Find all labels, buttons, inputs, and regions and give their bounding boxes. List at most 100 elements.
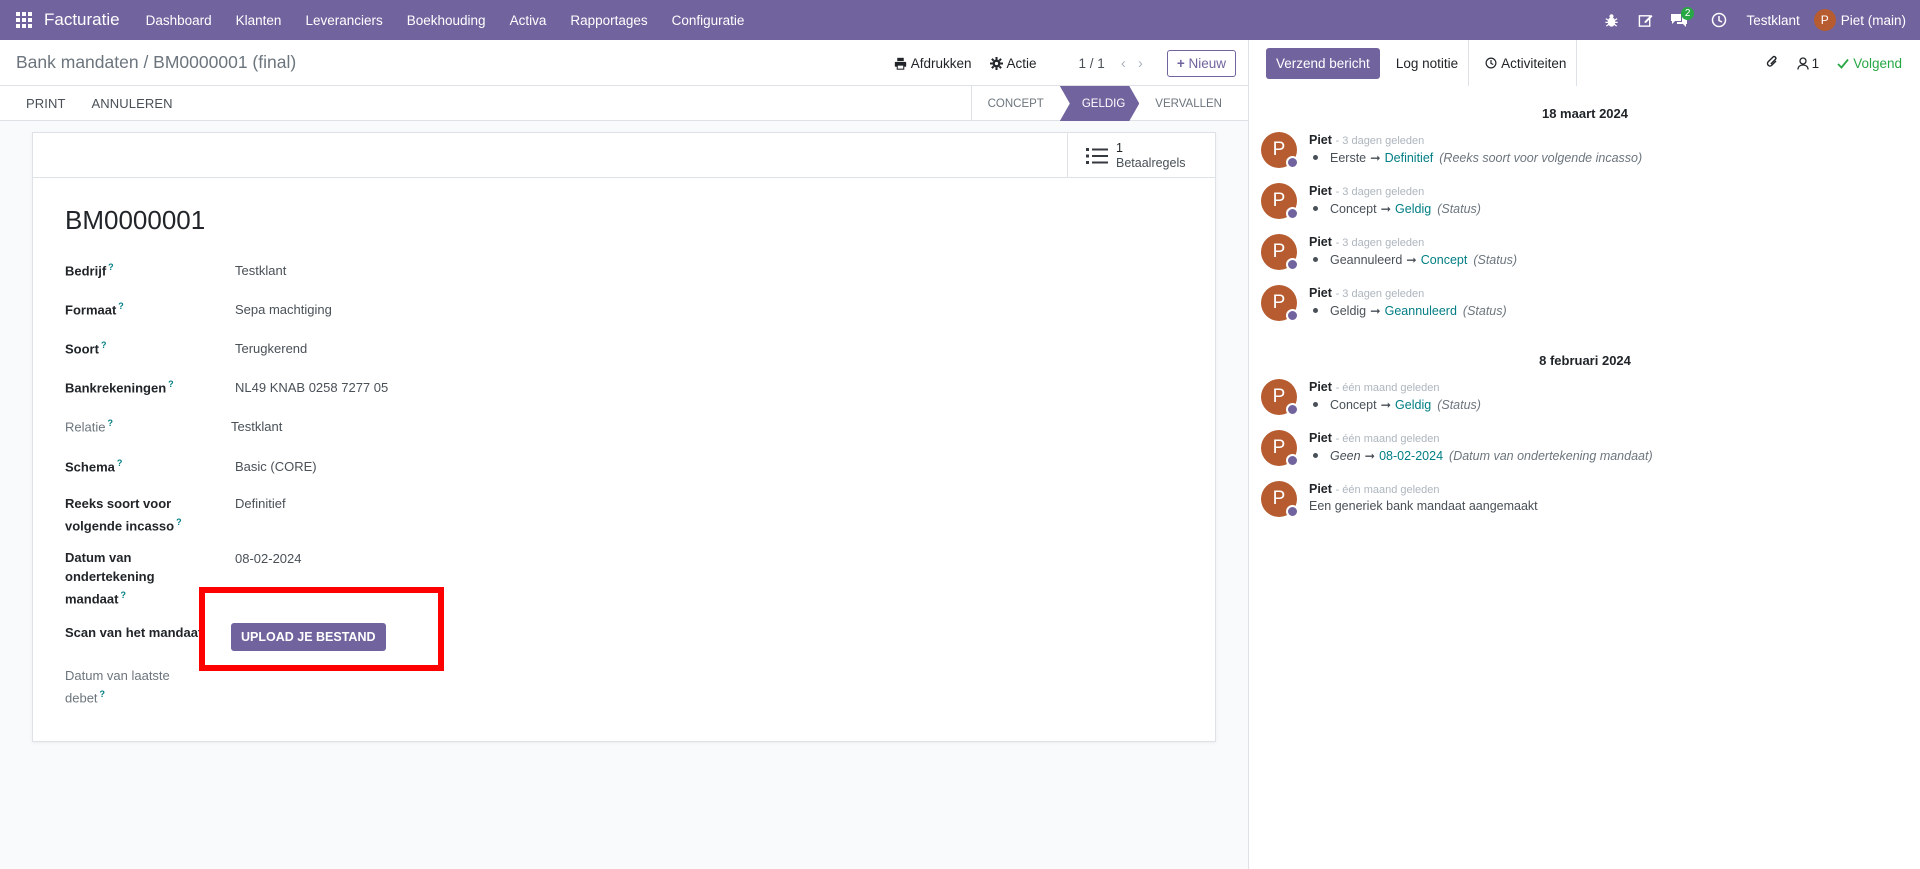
message-author[interactable]: Piet: [1309, 380, 1332, 394]
bank-account-value[interactable]: NL49 KNAB 0258 7277 05: [235, 375, 388, 397]
message-author[interactable]: Piet: [1309, 235, 1332, 249]
control-panel: Bank mandaten / BM0000001 (final) Afdruk…: [0, 40, 1248, 86]
menu-activa[interactable]: Activa: [498, 0, 559, 40]
follower-count: 1: [1811, 55, 1820, 71]
help-tooltip-icon[interactable]: ?: [176, 517, 182, 527]
chatter-message: P Piet - 3 dagen geleden Geldig ➞ Geannule…: [1261, 285, 1507, 322]
action-menu-button[interactable]: Actie: [989, 56, 1037, 71]
user-menu[interactable]: P Piet (main): [1813, 9, 1906, 31]
field-label: Bedrijf?: [65, 262, 114, 279]
tracked-field-name: (Status): [1437, 397, 1481, 412]
avatar[interactable]: P: [1261, 285, 1299, 322]
message-author[interactable]: Piet: [1309, 482, 1332, 496]
field-formaat: Formaat? Sepa machtiging: [65, 297, 332, 319]
field-label: Datum van ondertekening mandaat?: [65, 550, 155, 607]
avatar[interactable]: P: [1261, 132, 1299, 169]
chatter-topbar: Verzend bericht Log notitie Activiteiten…: [1249, 40, 1920, 86]
help-tooltip-icon[interactable]: ?: [100, 689, 106, 699]
message-author[interactable]: Piet: [1309, 184, 1332, 198]
menu-rapportages[interactable]: Rapportages: [558, 0, 659, 40]
log-note-button[interactable]: Log notitie: [1396, 56, 1458, 71]
stage-concept[interactable]: CONCEPT: [970, 86, 1060, 121]
help-tooltip-icon[interactable]: ?: [168, 379, 174, 389]
chatter-message: P Piet - 3 dagen geleden Eerste ➞ Definiti…: [1261, 132, 1642, 169]
payment-lines-smart-button[interactable]: 1 Betaalregels: [1067, 133, 1215, 178]
new-record-button[interactable]: + Nieuw: [1166, 49, 1236, 77]
activities-button[interactable]: Activiteiten: [1485, 56, 1566, 71]
help-tooltip-icon[interactable]: ?: [107, 418, 113, 428]
menu-dashboard[interactable]: Dashboard: [134, 0, 224, 40]
old-value: Concept: [1330, 397, 1377, 412]
pager-previous-icon[interactable]: ‹: [1121, 55, 1126, 72]
clock-icon: [1485, 57, 1497, 69]
chatter-message: P Piet - één maand geleden Concept ➞ Geldi…: [1261, 379, 1481, 416]
new-record-label: Nieuw: [1188, 55, 1226, 71]
form-sheet: 1 Betaalregels BM0000001 Bedrijf? Testkl…: [32, 132, 1216, 742]
field-reeks-soort: Reeks soort voor volgende incasso? Defin…: [65, 494, 286, 535]
followers-button[interactable]: 1: [1797, 55, 1820, 71]
messages-icon[interactable]: 2: [1662, 0, 1696, 40]
company-switcher[interactable]: Testklant: [1746, 13, 1799, 28]
stage-geldig[interactable]: GELDIG: [1060, 86, 1139, 121]
help-tooltip-icon[interactable]: ?: [108, 262, 114, 272]
avatar[interactable]: P: [1261, 379, 1299, 416]
avatar[interactable]: P: [1261, 430, 1299, 467]
cancel-button[interactable]: ANNULEREN: [92, 96, 173, 111]
breadcrumb[interactable]: Bank mandaten / BM0000001 (final): [16, 52, 296, 73]
field-relatie: Relatie? Testklant: [65, 414, 282, 436]
old-value: Eerste: [1330, 150, 1367, 165]
new-value: Concept: [1420, 252, 1468, 267]
pager-value[interactable]: 1 / 1: [1079, 56, 1105, 71]
avatar[interactable]: P: [1261, 234, 1299, 271]
sequence-type-value[interactable]: Definitief: [235, 494, 286, 535]
activity-clock-icon[interactable]: [1702, 0, 1736, 40]
message-author[interactable]: Piet: [1309, 286, 1332, 300]
field-datum-laatste-debet: Datum van laatste debet?: [65, 666, 235, 707]
help-tooltip-icon[interactable]: ?: [120, 590, 126, 600]
upload-file-button[interactable]: UPLOAD JE BESTAND: [231, 623, 386, 651]
attachment-paperclip-icon[interactable]: [1765, 54, 1779, 73]
signature-date-value[interactable]: 08-02-2024: [235, 548, 302, 608]
date-separator: 18 maart 2024: [1541, 106, 1628, 121]
field-label: Soort?: [65, 340, 107, 357]
payment-lines-label: Betaalregels: [1116, 155, 1186, 170]
field-label: Reeks soort voor volgende incasso?: [65, 496, 182, 534]
edit-icon[interactable]: [1628, 0, 1662, 40]
help-tooltip-icon[interactable]: ?: [117, 458, 123, 468]
apps-menu-icon[interactable]: [0, 0, 48, 40]
print-button[interactable]: PRINT: [26, 96, 66, 111]
menu-klanten[interactable]: Klanten: [224, 0, 294, 40]
pager-next-icon[interactable]: ›: [1138, 55, 1143, 72]
follow-label: Volgend: [1853, 55, 1902, 71]
divider: [1576, 40, 1578, 86]
field-label: Formaat?: [65, 301, 124, 318]
follow-button[interactable]: Volgend: [1837, 56, 1902, 71]
menu-configuratie[interactable]: Configuratie: [660, 0, 757, 40]
arrow-right-icon: ➞: [1380, 398, 1392, 412]
arrow-right-icon: ➞: [1370, 304, 1381, 318]
help-tooltip-icon[interactable]: ?: [118, 301, 124, 311]
print-menu-button[interactable]: Afdrukken: [894, 56, 972, 71]
help-tooltip-icon[interactable]: ?: [101, 340, 107, 350]
avatar[interactable]: P: [1261, 481, 1299, 518]
avatar[interactable]: P: [1261, 183, 1299, 220]
message-time: - één maand geleden: [1335, 433, 1440, 445]
field-bedrijf: Bedrijf? Testklant: [65, 258, 286, 280]
app-name[interactable]: Facturatie: [44, 10, 120, 30]
company-value[interactable]: Testklant: [235, 258, 286, 280]
menu-leveranciers[interactable]: Leveranciers: [293, 0, 394, 40]
send-message-button[interactable]: Verzend bericht: [1266, 47, 1380, 79]
scheme-value[interactable]: Basic (CORE): [235, 454, 317, 476]
message-author[interactable]: Piet: [1309, 133, 1332, 147]
divider: [1468, 40, 1470, 86]
old-value: Concept: [1330, 201, 1377, 216]
stage-vervallen[interactable]: VERVALLEN: [1139, 86, 1238, 121]
message-time: - 3 dagen geleden: [1335, 288, 1425, 300]
field-label: Relatie?: [65, 418, 113, 435]
message-author[interactable]: Piet: [1309, 431, 1332, 445]
type-value[interactable]: Terugkerend: [235, 336, 307, 358]
menu-boekhouding[interactable]: Boekhouding: [395, 0, 498, 40]
bug-icon[interactable]: [1594, 0, 1628, 40]
format-value[interactable]: Sepa machtiging: [235, 297, 332, 319]
top-navbar: Facturatie Dashboard Klanten Leverancier…: [0, 0, 1920, 40]
